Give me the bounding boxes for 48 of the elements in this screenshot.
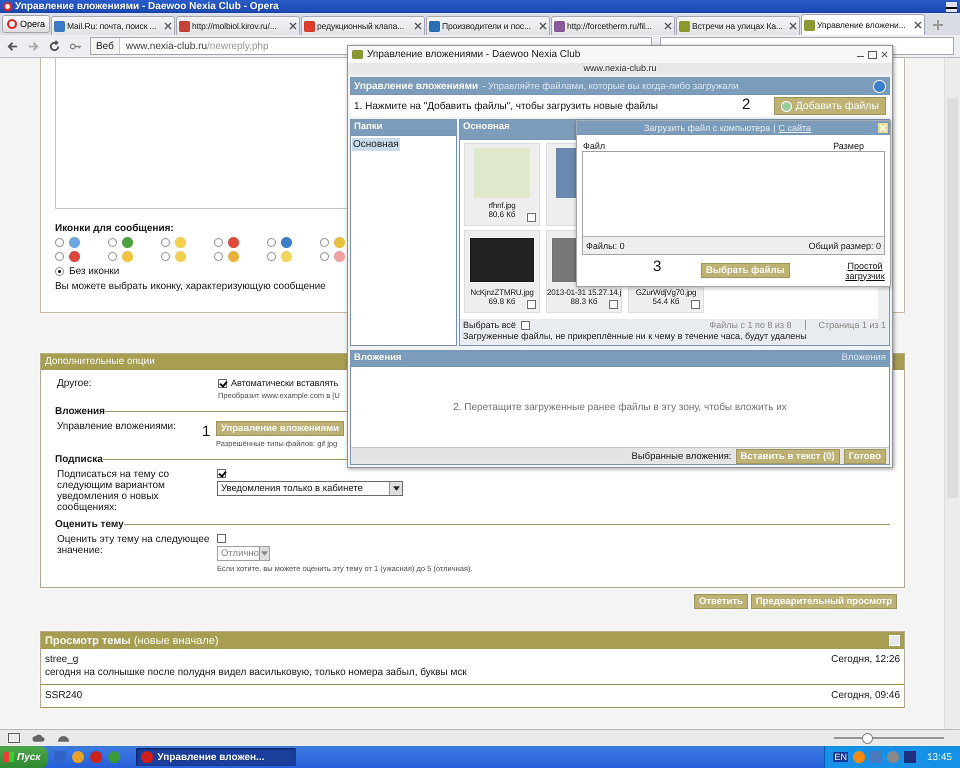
total-size: Общий размер: 0 [808, 240, 881, 250]
step-number: 2 [742, 96, 750, 113]
column-header: Размер [833, 141, 864, 151]
file-size: 54.4 Кб [652, 297, 680, 307]
section-label: Иконки для сообщения: [55, 223, 174, 234]
window-title: Управление вложениями - Daewoo Nexia Club [367, 49, 580, 60]
separator-text: | [773, 123, 776, 133]
file-name: 2013-01-31 15.27.14.j [546, 288, 622, 297]
field-label: Подписаться на тему со следующим вариантом уведомления о новых сообщениях: [56, 469, 170, 513]
field-label: Другое: [56, 378, 93, 391]
post-time: Сегодня, 12:26 [831, 654, 900, 665]
column-header: Файл [583, 141, 606, 151]
checkbox-label: Выбрать всё [463, 320, 516, 330]
field-label: Управление вложениями: [56, 421, 177, 434]
dialog-title: Управление вложениями [354, 80, 478, 92]
radio-label: Без иконки [69, 266, 120, 277]
checkbox-label: Автоматически вставлять [231, 378, 338, 388]
dialog-subtitle: - Управляйте файлами, которые вы когда-либо загружали [482, 80, 738, 92]
panel-title: Папки [351, 120, 456, 136]
field-label: Оценить эту тему на следующее значение: [56, 534, 210, 558]
file-size: 80.6 Кб [488, 210, 516, 220]
file-count: Файлы: 0 [586, 240, 625, 250]
section-title: Оценить тему [55, 519, 124, 530]
step-number: 1 [202, 425, 212, 442]
selected-attachments-label: Выбранные вложения: [632, 450, 732, 462]
post-time: Сегодня, 09:46 [831, 690, 900, 701]
section-title: Подписка [55, 454, 103, 465]
file-name: rfhnf.jpg [488, 201, 516, 210]
section-title: Вложения [55, 406, 105, 417]
post-text: сегодня на солнышке после полудня видел васильковую, только номера забыл, буквы мск [45, 667, 468, 678]
page-indicator: Страница 1 из 1 [818, 320, 886, 330]
hint-text: Вы можете выбрать иконку, характеризующую сообщение [55, 281, 326, 292]
url-text: www.nexia-club.ru/newreply.php [126, 40, 269, 52]
notice-text: Загруженные файлы, не прикреплённые ни к чему в течение часа, будут удалены [463, 331, 808, 341]
upload-title: Загрузить файл с компьютера [644, 123, 770, 133]
clock: 13:45 [926, 752, 952, 762]
file-name: GZurWdjVg70.jpg [636, 288, 696, 297]
step-number: 3 [653, 258, 662, 275]
panel-title: Просмотр темы (новые вначале) [45, 634, 218, 646]
instruction-text: 1. Нажмите на "Добавить файлы", чтобы загрузить новые файлы [354, 100, 658, 112]
window-title: Управление вложениями - Daewoo Nexia Club - Opera [15, 1, 280, 12]
file-range: Файлы с 1 по 8 из 8 [709, 320, 792, 330]
file-size: 69.8 Кб [488, 297, 516, 307]
panel-title: Вложения [354, 352, 402, 365]
file-size: 88.3 Кб [570, 297, 598, 307]
drop-zone-hint: 2. Перетащите загруженные ранее файлы в эту зону, чтобы вложить их [453, 402, 787, 412]
url-text: www.nexia-club.ru [348, 63, 892, 75]
file-name: NcKjnzZTMRU.jpg [470, 288, 534, 297]
